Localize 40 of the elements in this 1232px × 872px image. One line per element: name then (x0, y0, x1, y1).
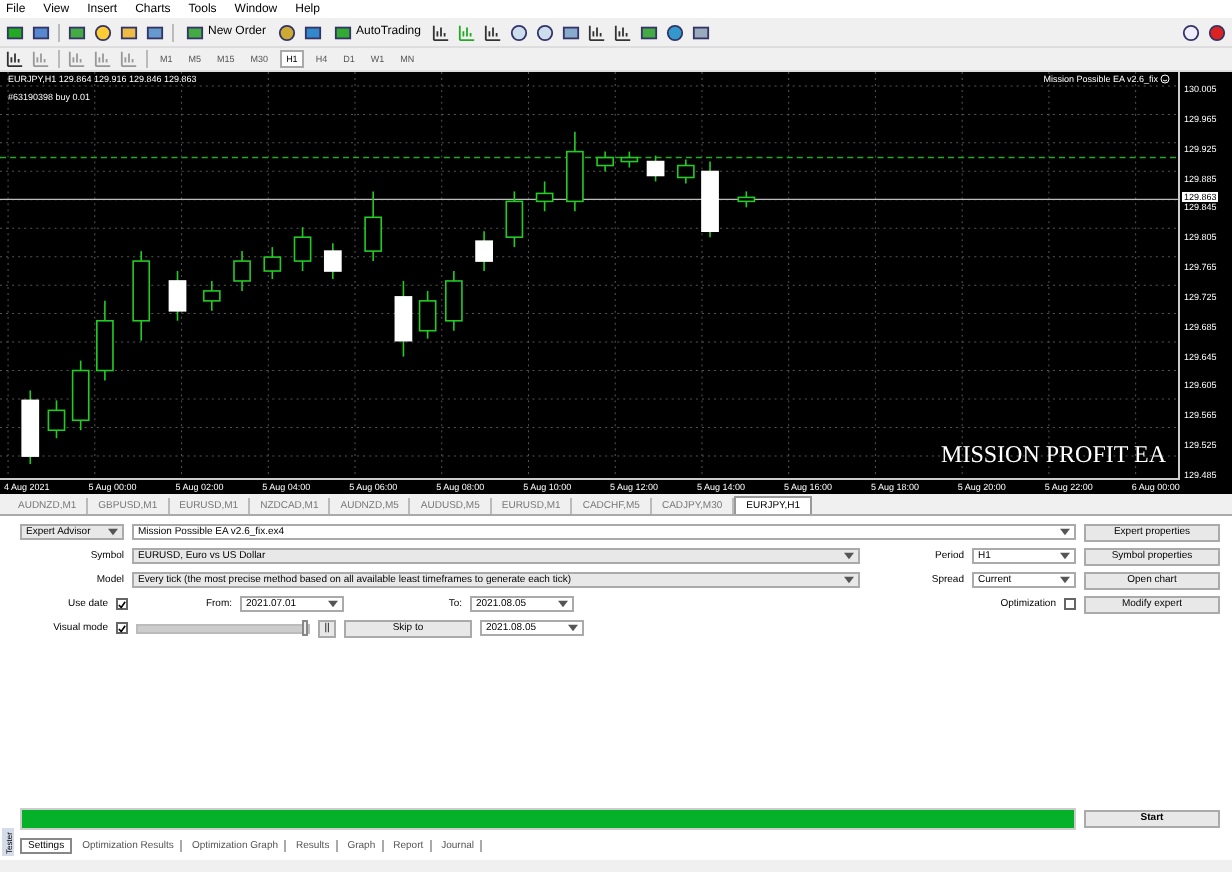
candle (71, 359, 90, 432)
candle (394, 280, 413, 358)
candle (620, 150, 639, 169)
candle (418, 290, 437, 340)
candle (444, 270, 463, 332)
checkbox[interactable] (116, 598, 128, 610)
caret-icon (108, 528, 118, 536)
smiley-icon (1160, 74, 1170, 84)
candle (21, 389, 40, 465)
candle (293, 226, 312, 272)
candle (676, 158, 695, 185)
checkbox[interactable] (1064, 598, 1076, 610)
caret-icon (1060, 528, 1070, 536)
candle (646, 154, 665, 183)
candle (596, 150, 614, 173)
candle (737, 190, 756, 209)
candle (566, 130, 584, 213)
candle (364, 190, 383, 262)
candle (535, 180, 554, 213)
candle (168, 270, 187, 322)
candle (132, 250, 151, 342)
candle (505, 190, 524, 248)
caret-icon (568, 624, 578, 632)
caret-icon (1060, 576, 1070, 584)
caret-icon (844, 552, 854, 560)
candle (47, 399, 66, 439)
candle (233, 250, 251, 292)
candle (263, 246, 282, 280)
candle (323, 242, 342, 280)
candle (701, 160, 719, 238)
candle (202, 280, 221, 312)
chart-overlay-text: MISSION PROFIT EA (941, 440, 1166, 470)
caret-icon (844, 576, 854, 584)
caret-icon (328, 600, 338, 608)
candle (475, 230, 493, 272)
bar-chart-icon[interactable] (432, 23, 451, 41)
checkbox[interactable] (116, 622, 128, 634)
candle (96, 300, 114, 382)
caret-icon (558, 600, 568, 608)
caret-icon (1060, 552, 1070, 560)
